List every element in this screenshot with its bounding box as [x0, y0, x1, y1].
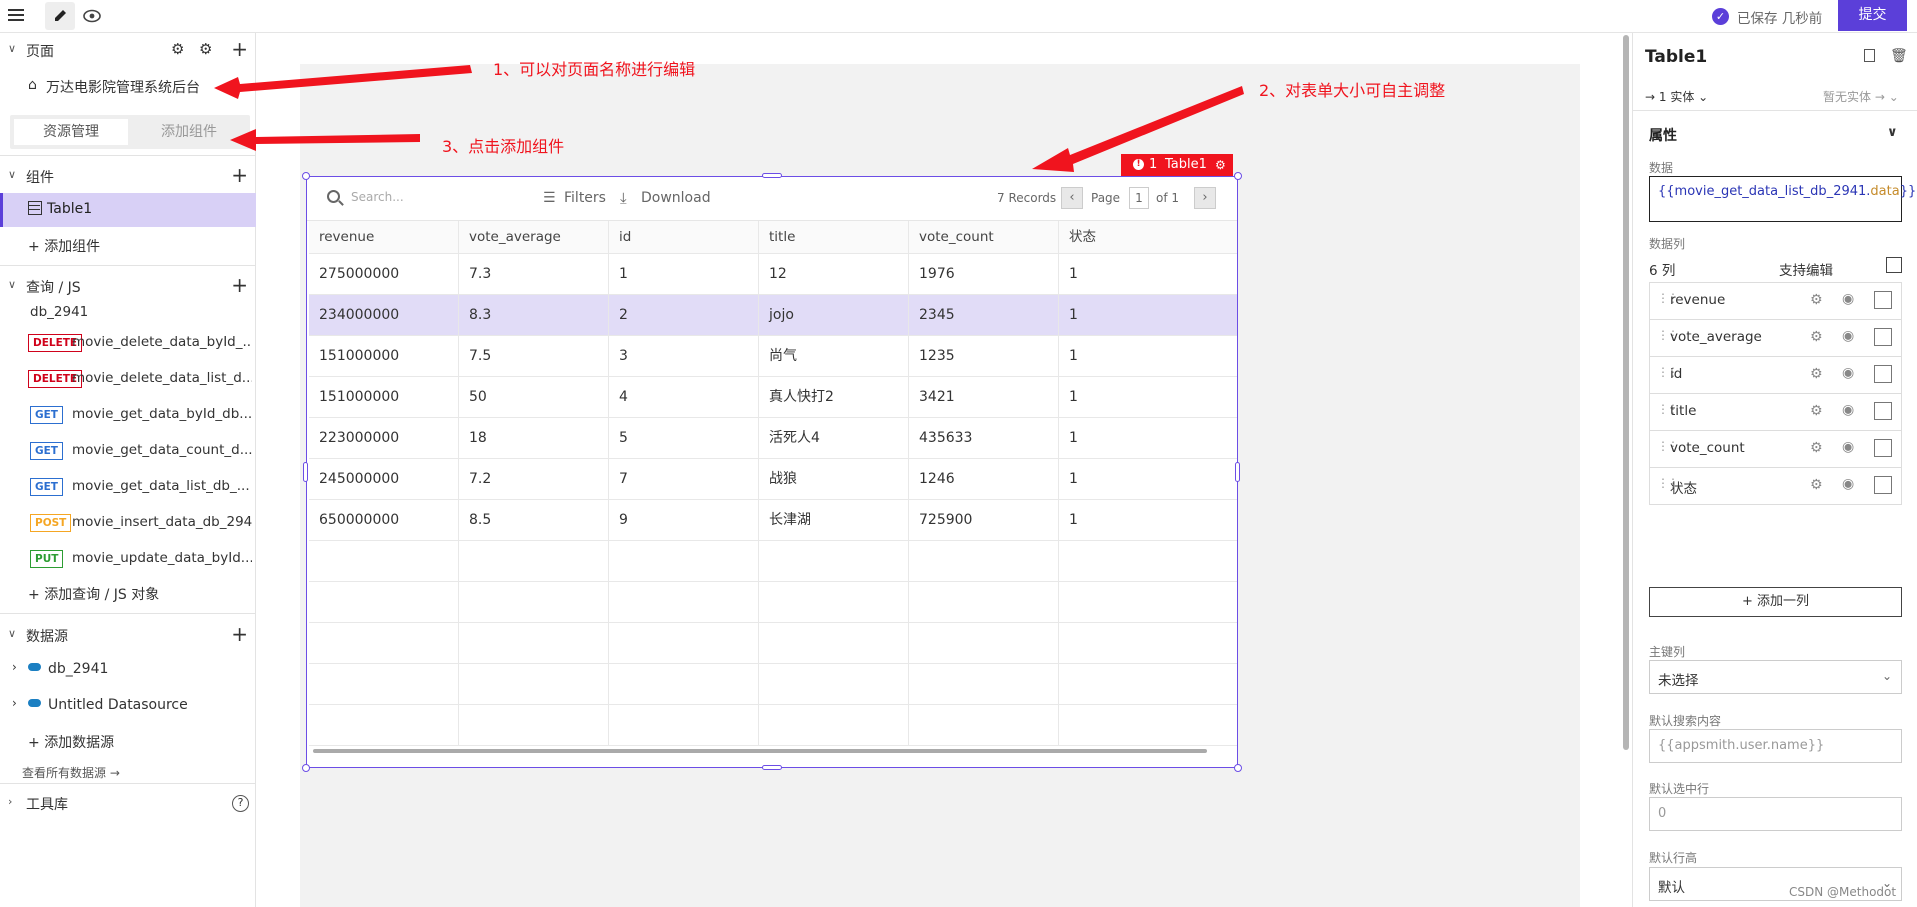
annotation-3: 3、点击添加组件 — [442, 137, 565, 156]
settings-icon[interactable]: ⚙ — [1810, 477, 1823, 493]
settings-icon[interactable]: ⚙ — [1810, 329, 1823, 345]
column-item[interactable]: ⋮⋮ 状态 ⚙ ◉ — [1649, 467, 1902, 505]
arrow-1 — [214, 65, 472, 99]
edit-checkbox[interactable] — [1874, 476, 1892, 494]
primary-key-label: 主键列 — [1649, 645, 1686, 659]
support-edit-checkbox[interactable] — [1886, 257, 1902, 273]
eye-icon[interactable]: ◉ — [1842, 439, 1854, 455]
entity-link[interactable]: → 1 实体 ⌄ — [1645, 88, 1708, 105]
eye-icon[interactable]: ◉ — [1842, 476, 1854, 492]
column-item[interactable]: ⋮⋮ vote_average ⚙ ◉ — [1649, 319, 1902, 357]
annotation-arrows — [214, 65, 1244, 172]
default-row-height-label: 默认行高 — [1649, 851, 1698, 865]
default-selected-label: 默认选中行 — [1649, 782, 1710, 796]
column-item[interactable]: ⋮⋮ revenue ⚙ ◉ — [1649, 282, 1902, 320]
property-pane: Table1 🗑 → 1 实体 ⌄ 暂无实体 → ⌄ 属性 ∨ 数据 {{mov… — [1632, 33, 1917, 907]
delete-icon[interactable]: 🗑 — [1890, 48, 1908, 64]
eye-icon[interactable]: ◉ — [1842, 402, 1854, 418]
support-edit-label: 支持编辑 — [1779, 263, 1833, 279]
annotation-2: 2、对表单大小可自主调整 — [1259, 81, 1446, 100]
columns-label: 数据列 — [1649, 237, 1686, 251]
settings-icon[interactable]: ⚙ — [1810, 403, 1823, 419]
arrow-3 — [230, 129, 420, 151]
chevron-down-icon[interactable]: ∨ — [1887, 125, 1898, 140]
eye-icon[interactable]: ◉ — [1842, 365, 1854, 381]
default-search-label: 默认搜索内容 — [1649, 714, 1722, 728]
edit-checkbox[interactable] — [1874, 365, 1892, 383]
copy-icon[interactable] — [1864, 49, 1875, 62]
edit-checkbox[interactable] — [1874, 328, 1892, 346]
eye-icon[interactable]: ◉ — [1842, 328, 1854, 344]
eye-icon[interactable]: ◉ — [1842, 291, 1854, 307]
no-entity-link[interactable]: 暂无实体 → ⌄ — [1823, 88, 1899, 105]
settings-icon[interactable]: ⚙ — [1810, 292, 1823, 308]
column-item[interactable]: ⋮⋮ title ⚙ ◉ — [1649, 393, 1902, 431]
default-search-input[interactable]: {{appsmith.user.name}} — [1649, 729, 1902, 763]
watermark: CSDN @Methodot — [1789, 885, 1897, 899]
settings-icon[interactable]: ⚙ — [1810, 366, 1823, 382]
data-binding-input[interactable]: {{movie_get_data_list_db_2941.data}} — [1649, 176, 1916, 222]
plus-icon: + — [1741, 594, 1753, 609]
edit-checkbox[interactable] — [1874, 439, 1892, 457]
primary-key-select[interactable]: 未选择 ⌄ — [1649, 660, 1902, 694]
column-item[interactable]: ⋮⋮ vote_count ⚙ ◉ — [1649, 430, 1902, 468]
column-item[interactable]: ⋮⋮ id ⚙ ◉ — [1649, 356, 1902, 394]
default-selected-input[interactable]: 0 — [1649, 797, 1902, 831]
columns-count: 6 列 — [1649, 263, 1676, 279]
widget-title[interactable]: Table1 — [1645, 47, 1707, 67]
edit-checkbox[interactable] — [1874, 291, 1892, 309]
data-label: 数据 — [1649, 161, 1674, 175]
properties-section-header[interactable]: 属性 ∨ — [1649, 125, 1902, 145]
arrow-2 — [1032, 86, 1244, 172]
add-column-button[interactable]: + 添加一列 — [1649, 587, 1902, 617]
chevron-down-icon: ⌄ — [1882, 669, 1893, 683]
edit-checkbox[interactable] — [1874, 402, 1892, 420]
settings-icon[interactable]: ⚙ — [1810, 440, 1823, 456]
annotation-1: 1、可以对页面名称进行编辑 — [493, 60, 696, 79]
